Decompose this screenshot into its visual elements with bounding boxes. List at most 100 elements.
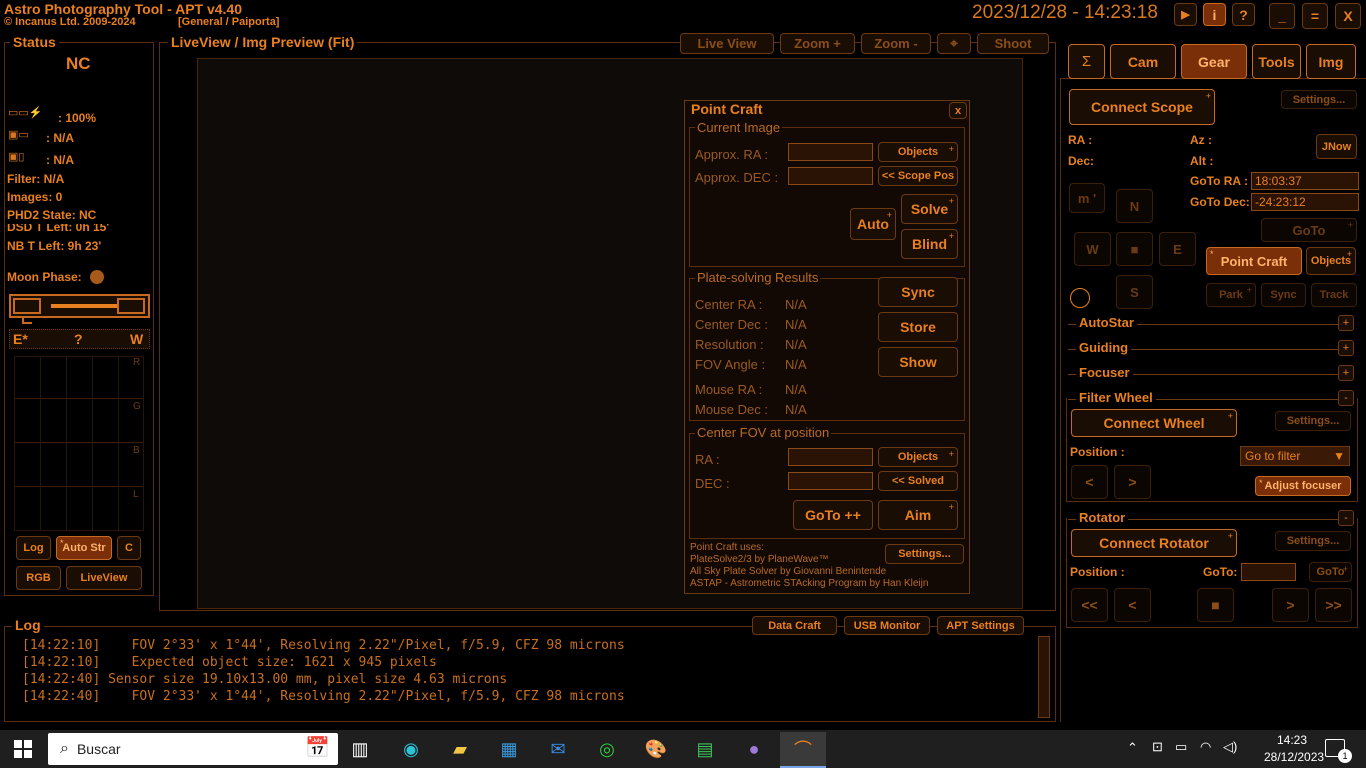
objects-button[interactable]: Objects + — [878, 142, 958, 162]
rotator-settings-button[interactable]: Settings... — [1275, 531, 1351, 551]
solve-button[interactable]: Solve + — [901, 194, 958, 224]
goto-button[interactable]: GoTo + — [1261, 218, 1357, 242]
minimize-button[interactable]: _ — [1269, 3, 1295, 29]
rotator-back-button[interactable]: < — [1114, 588, 1151, 622]
goto-ra-input[interactable]: 18:03:37 — [1251, 172, 1359, 190]
goto-filter-select[interactable]: Go to filter ▼ — [1240, 446, 1350, 466]
jnow-button[interactable]: JNow — [1316, 134, 1357, 159]
aim-button[interactable]: Aim + — [878, 500, 958, 530]
mouse-ra-label: Mouse RA : — [695, 382, 763, 397]
south-button[interactable]: S — [1116, 275, 1153, 309]
apt-taskbar-icon[interactable]: ⌒ — [780, 732, 826, 768]
maximize-button[interactable]: = — [1302, 3, 1328, 29]
liveview-button[interactable]: LiveView — [66, 566, 142, 590]
sync-button[interactable]: Sync — [878, 277, 958, 307]
autostar-section[interactable]: AutoStar + — [1068, 315, 1358, 331]
apt-settings-button[interactable]: APT Settings — [937, 616, 1024, 635]
pc-settings-button[interactable]: Settings... — [885, 544, 964, 564]
paint-icon[interactable]: 🎨 — [641, 735, 671, 763]
auto-stretch-button[interactable]: * Auto Str — [56, 536, 112, 560]
auto-button[interactable]: Auto + — [850, 208, 896, 240]
tab-gear[interactable]: Gear — [1181, 44, 1247, 79]
zoom-in-button[interactable]: Zoom + — [780, 33, 855, 54]
adjust-focuser-button[interactable]: * Adjust focuser — [1255, 476, 1351, 496]
help-button[interactable]: ? — [1232, 3, 1255, 26]
crosshair-button[interactable]: ⌖ — [937, 33, 971, 54]
park-button[interactable]: Park + — [1206, 283, 1256, 307]
log-button[interactable]: Log — [16, 536, 51, 560]
objects2-button[interactable]: Objects + — [878, 447, 958, 467]
usb-monitor-button[interactable]: USB Monitor — [844, 616, 930, 635]
center-ra-value: N/A — [785, 297, 807, 312]
file-explorer-icon[interactable]: ▰ — [445, 735, 475, 763]
start-icon[interactable] — [14, 740, 32, 758]
approx-ra-input[interactable] — [788, 143, 873, 161]
approx-dec-input[interactable] — [788, 167, 873, 185]
track-button[interactable]: Track — [1311, 283, 1357, 307]
show-button[interactable]: Show — [878, 347, 958, 377]
rotator-goto-input[interactable] — [1241, 563, 1296, 581]
north-button[interactable]: N — [1116, 189, 1153, 223]
goto-dec-input[interactable]: -24:23:12 — [1251, 193, 1359, 211]
point-craft-button[interactable]: * Point Craft — [1206, 247, 1302, 275]
chevron-up-icon[interactable]: ⌃ — [1127, 740, 1138, 756]
store-icon[interactable]: ▦ — [494, 735, 524, 763]
solved-button[interactable]: << Solved — [878, 471, 958, 491]
mail-icon[interactable]: ✉ — [543, 735, 573, 763]
network-icon[interactable]: ⊡ — [1152, 739, 1163, 755]
center-dec-input[interactable] — [788, 472, 873, 490]
clock-time[interactable]: 14:23 — [1264, 733, 1320, 747]
scope-pos-button[interactable]: << Scope Pos — [878, 166, 958, 186]
rgb-button[interactable]: RGB — [16, 566, 61, 590]
exposure-slider[interactable] — [9, 294, 150, 318]
tab-tools[interactable]: Tools — [1252, 44, 1301, 79]
wifi-icon[interactable]: ◠ — [1200, 739, 1211, 755]
rotator-stop-button[interactable]: ■ — [1197, 588, 1234, 622]
focuser-section[interactable]: Focuser + — [1068, 365, 1358, 381]
guiding-section[interactable]: Guiding + — [1068, 340, 1358, 356]
close-button[interactable]: X — [1335, 3, 1361, 29]
rate-button[interactable]: m ' — [1069, 183, 1105, 213]
clock-date[interactable]: 28/12/2023 — [1264, 750, 1324, 764]
taskbar-search[interactable]: ⌕ Buscar 📅 — [48, 733, 338, 765]
gear-objects-button[interactable]: Objects + — [1306, 247, 1356, 275]
stop-button[interactable]: ■ — [1116, 232, 1153, 266]
zoom-out-button[interactable]: Zoom - — [861, 33, 931, 54]
chart-app-icon[interactable]: ▤ — [690, 735, 720, 763]
wheel-prev-button[interactable]: < — [1071, 465, 1108, 499]
battery-icon[interactable]: ▭ — [1175, 739, 1187, 755]
rotator-fast-forward-button[interactable]: >> — [1315, 588, 1352, 622]
app-icon-1[interactable]: ◎ — [592, 735, 622, 763]
log-scrollbar[interactable] — [1038, 636, 1050, 718]
tab-cam[interactable]: Cam — [1110, 44, 1176, 79]
connect-wheel-button[interactable]: Connect Wheel + — [1071, 409, 1237, 437]
tab-summary[interactable]: Σ — [1068, 44, 1105, 79]
connect-rotator-button[interactable]: Connect Rotator + — [1071, 529, 1237, 557]
store-button[interactable]: Store — [878, 312, 958, 342]
play-button[interactable]: ▶ — [1174, 3, 1197, 26]
info-button[interactable]: i — [1203, 3, 1226, 26]
scope-settings-button[interactable]: Settings... — [1281, 90, 1357, 109]
blind-button[interactable]: Blind + — [901, 229, 958, 259]
c-button[interactable]: C — [117, 536, 141, 560]
shoot-button[interactable]: Shoot — [977, 33, 1049, 54]
wheel-next-button[interactable]: > — [1114, 465, 1151, 499]
rotator-goto-button[interactable]: GoTo + — [1309, 562, 1352, 582]
east-button[interactable]: E — [1159, 232, 1196, 266]
center-ra-input[interactable] — [788, 448, 873, 466]
sync-scope-button[interactable]: Sync — [1261, 283, 1306, 307]
data-craft-button[interactable]: Data Craft — [752, 616, 837, 635]
task-view-icon[interactable]: ▥ — [345, 735, 375, 763]
tab-img[interactable]: Img — [1306, 44, 1356, 79]
goto-plus-button[interactable]: GoTo ++ — [793, 500, 873, 530]
west-button[interactable]: W — [1074, 232, 1111, 266]
astro-app-icon[interactable]: ● — [739, 735, 769, 763]
edge-icon[interactable]: ◉ — [396, 735, 426, 763]
pc-close-button[interactable]: x — [949, 102, 967, 119]
connect-scope-button[interactable]: Connect Scope + — [1069, 89, 1215, 125]
volume-icon[interactable]: ◁) — [1223, 739, 1237, 755]
live-view-button[interactable]: Live View — [680, 33, 774, 54]
rotator-fast-back-button[interactable]: << — [1071, 588, 1108, 622]
wheel-settings-button[interactable]: Settings... — [1275, 411, 1351, 431]
rotator-forward-button[interactable]: > — [1272, 588, 1309, 622]
